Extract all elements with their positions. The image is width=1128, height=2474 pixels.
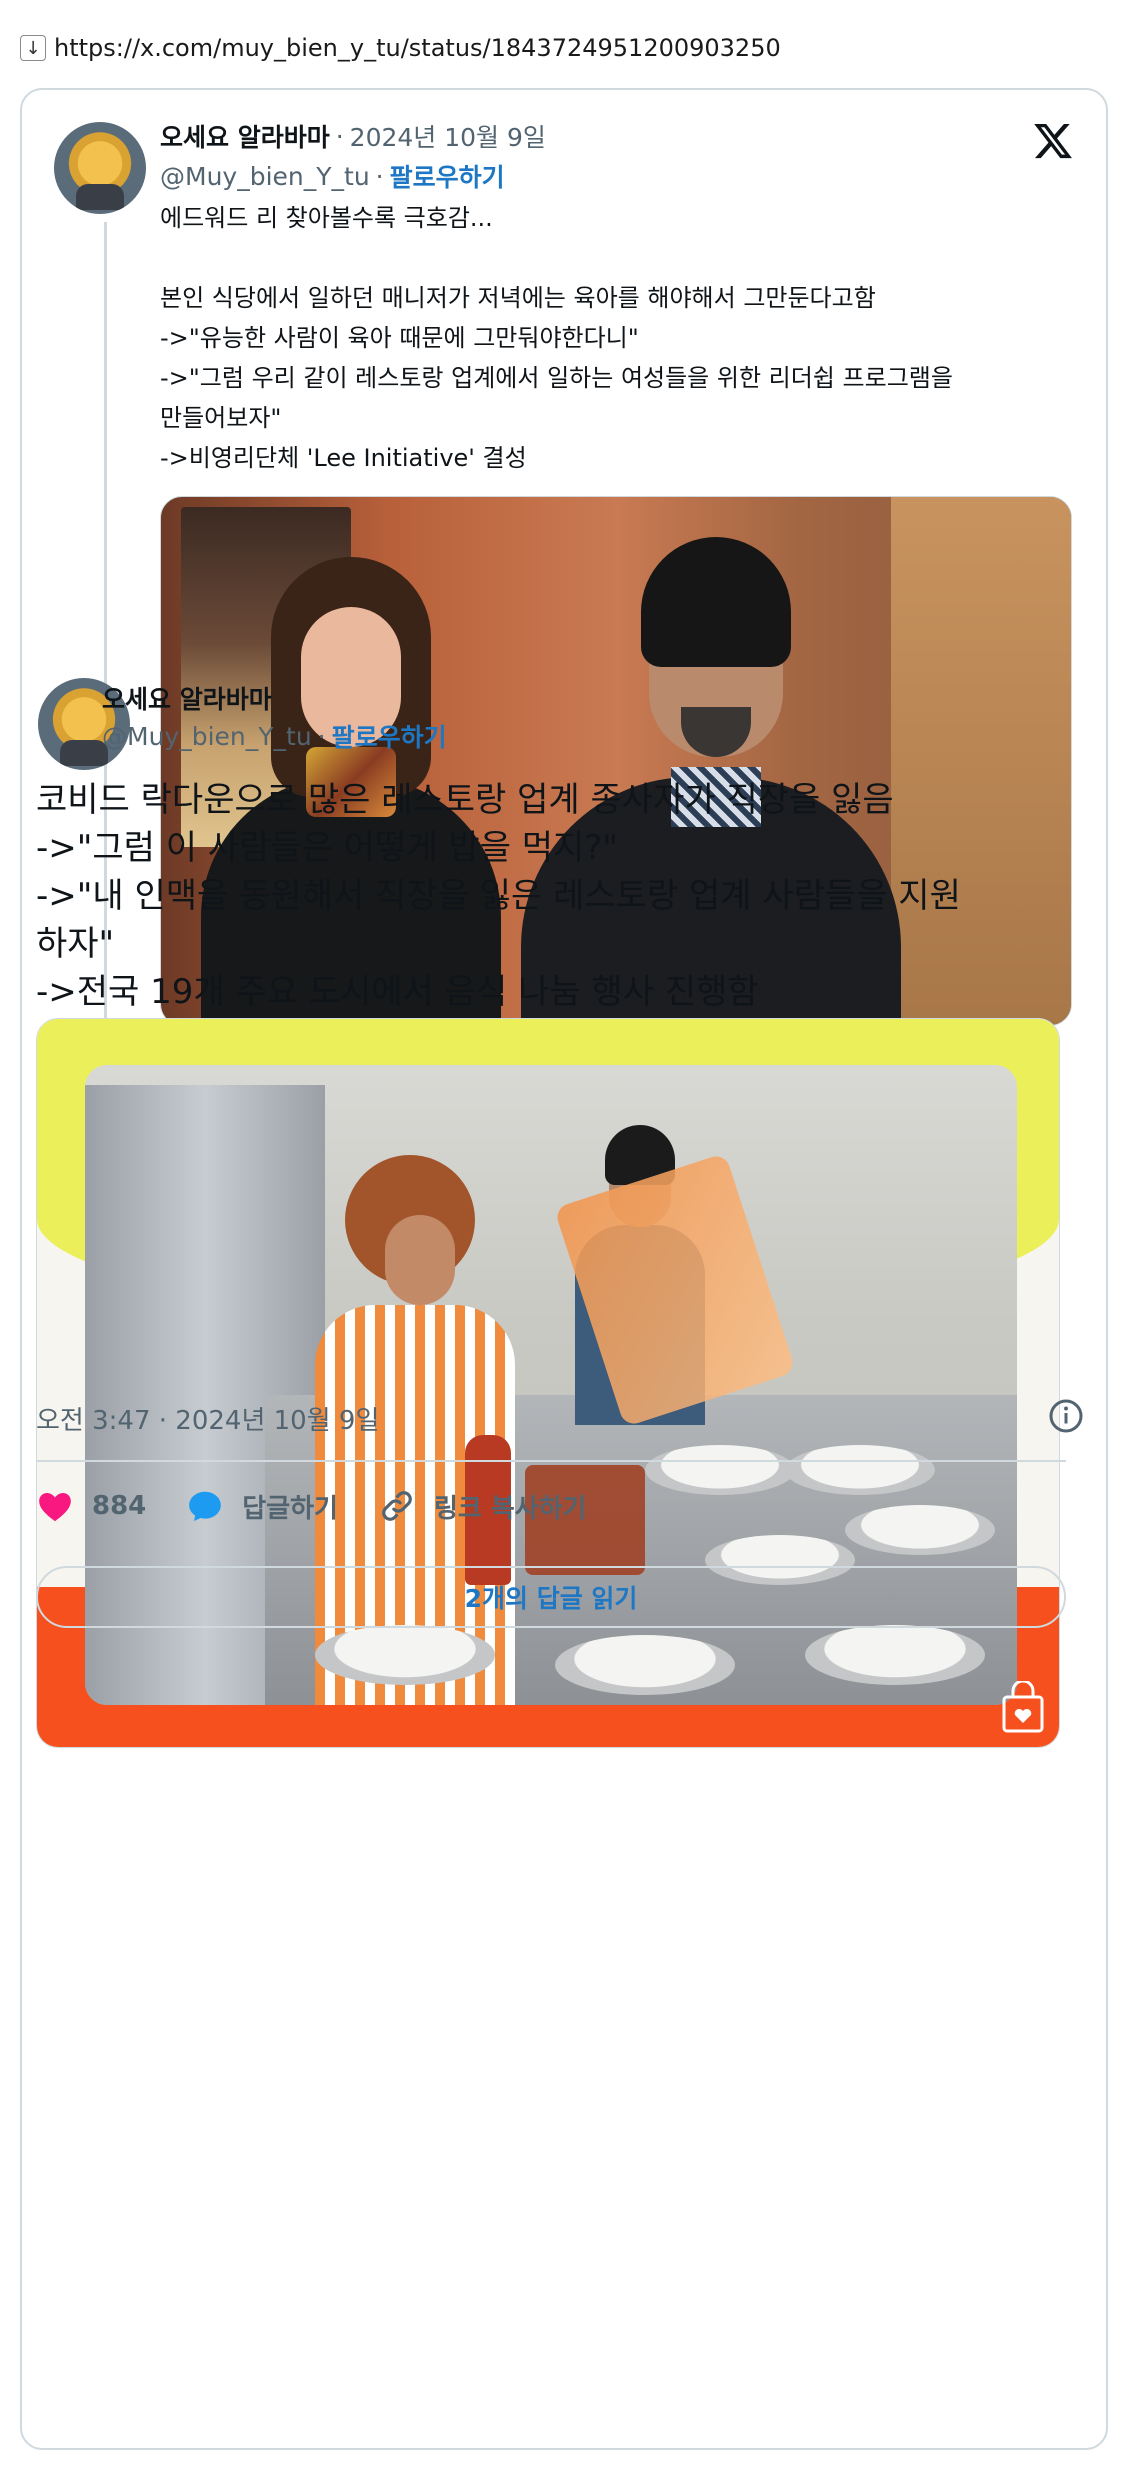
x-logo-icon[interactable] [1032,120,1074,162]
like-button[interactable]: 884 [36,1487,146,1525]
tweet-timestamp[interactable]: 오전 3:47 · 2024년 10월 9일 [36,1400,379,1437]
separator: · [375,161,384,191]
tweet-text: 에드워드 리 찾아볼수록 극호감... 본인 식당에서 일하던 매니저가 저녁에… [160,204,953,472]
tweet-embed-card[interactable]: 오세요 알라바마 · 2024년 10월 9일 @Muy_bien_Y_tu ·… [20,88,1108,2450]
reply-bubble-icon [189,1491,222,1522]
download-arrow-icon: ↓ [20,35,46,61]
author-name[interactable]: 오세요 알라바마 [160,118,330,154]
tweet1-author-line: 오세요 알라바마 · 2024년 10월 9일 [160,118,546,154]
divider [36,1460,1066,1462]
read-replies-button[interactable]: 2개의 답글 읽기 [36,1566,1066,1628]
follow-button[interactable]: 팔로우하기 [390,158,505,194]
tweet1-handle-line: @Muy_bien_Y_tu · 팔로우하기 [160,158,505,194]
avatar[interactable] [54,122,146,214]
url-bar: ↓ https://x.com/muy_bien_y_tu/status/184… [20,30,781,66]
tweet2-photo[interactable] [36,1018,1060,1748]
author-handle[interactable]: @Muy_bien_Y_tu [102,722,312,751]
reply-button[interactable]: 답글하기 [186,1487,338,1525]
copy-link-label: 링크 복사하기 [433,1493,587,1524]
tweet2-author-line: 오세요 알라바마 [102,680,272,716]
separator: · [335,121,344,151]
follow-button[interactable]: 팔로우하기 [332,718,447,754]
tweet-text: 코비드 락다운으로 많은 레스토랑 업계 종사자가 직장을 잃음 ->"그럼 이… [36,780,961,1012]
url-text: https://x.com/muy_bien_y_tu/status/18437… [54,34,781,62]
info-icon[interactable] [1048,1398,1084,1434]
tweet2-body: 코비드 락다운으로 많은 레스토랑 업계 종사자가 직장을 잃음 ->"그럼 이… [36,776,1066,1016]
author-handle[interactable]: @Muy_bien_Y_tu [160,162,370,191]
shopping-bag-heart-icon [1002,1681,1044,1733]
like-count: 884 [92,1491,147,1521]
copy-link-button[interactable]: 링크 복사하기 [378,1487,587,1525]
separator: · [317,721,326,751]
author-name[interactable]: 오세요 알라바마 [102,680,272,716]
tweet-date[interactable]: 2024년 10월 9일 [350,118,546,154]
reply-label: 답글하기 [242,1493,338,1524]
heart-icon [39,1493,71,1522]
tweet2-handle-line: @Muy_bien_Y_tu · 팔로우하기 [102,718,447,754]
link-icon [382,1491,412,1521]
tweet1-body: 에드워드 리 찾아볼수록 극호감... 본인 식당에서 일하던 매니저가 저녁에… [160,198,1100,478]
action-bar: 884 답글하기 링크 복사하기 [36,1478,587,1534]
